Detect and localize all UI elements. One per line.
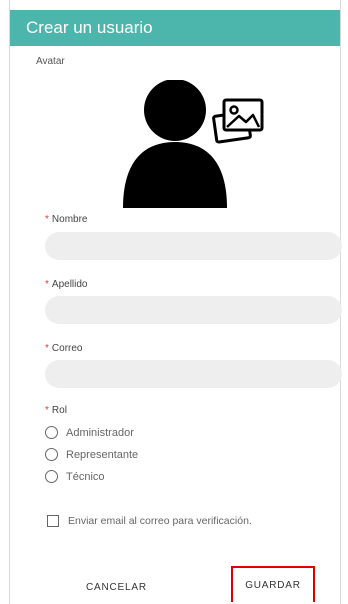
dialog-title: Crear un usuario [26,18,153,37]
avatar-picker[interactable] [123,79,268,210]
required-marker: * [45,279,49,290]
radio-button[interactable] [45,448,58,461]
user-silhouette-icon [123,79,264,208]
correo-input[interactable] [45,360,342,388]
rol-option-administrador[interactable]: Administrador [45,426,134,439]
correo-label: * Correo [45,343,83,354]
background-frame-right [340,0,348,604]
required-marker: * [45,343,49,354]
create-user-dialog: Crear un usuario Avatar * Nombre * Apellid… [10,0,342,604]
avatar-label: Avatar [36,56,65,67]
dialog-header: Crear un usuario [10,10,340,46]
required-marker: * [45,214,49,225]
cancel-button[interactable]: CANCELAR [80,576,153,598]
apellido-label: * Apellido [45,279,88,290]
verify-email-option[interactable]: Enviar email al correo para verificación… [47,515,252,527]
required-marker: * [45,405,49,416]
rol-option-tecnico[interactable]: Técnico [45,470,105,483]
rol-option-representante[interactable]: Representante [45,448,138,461]
radio-button[interactable] [45,426,58,439]
image-gallery-icon[interactable] [212,98,264,144]
verify-email-checkbox[interactable] [47,515,59,527]
apellido-input[interactable] [45,296,342,324]
verify-email-label: Enviar email al correo para verificación… [68,515,252,527]
save-button[interactable]: GUARDAR [231,566,315,602]
nombre-label: * Nombre [45,214,88,225]
radio-button[interactable] [45,470,58,483]
rol-label: * Rol [45,405,67,416]
background-frame-left [0,0,10,604]
nombre-input[interactable] [45,232,342,260]
